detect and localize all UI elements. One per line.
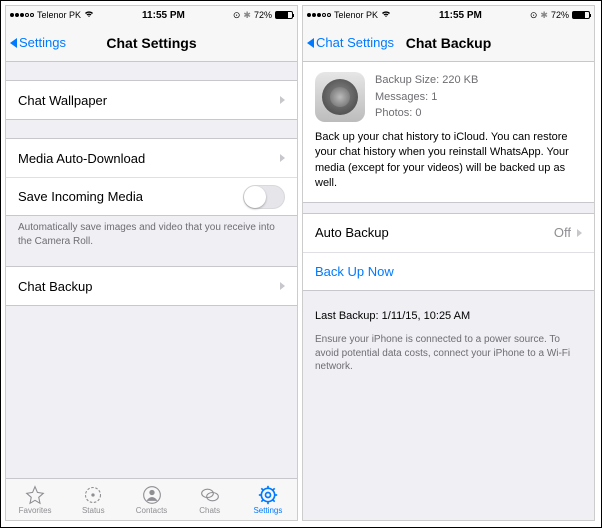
battery-icon [572,11,590,19]
contact-icon [141,485,163,505]
tab-label: Chats [199,506,220,515]
battery-icon [275,11,293,19]
chats-icon [199,485,221,505]
nav-bar: Chat Settings Chat Backup [303,24,594,62]
carrier-label: Telenor PK [334,10,378,20]
wifi-icon [84,10,94,20]
backup-ensure-text: Ensure your iPhone is connected to a pow… [303,327,594,378]
battery-percent-label: 72% [254,10,272,20]
save-incoming-footer: Automatically save images and video that… [6,216,297,248]
backup-description: Back up your chat history to iCloud. You… [315,130,582,192]
tab-settings[interactable]: Settings [239,479,297,520]
row-media-auto-download[interactable]: Media Auto-Download [6,139,297,177]
row-chat-wallpaper[interactable]: Chat Wallpaper [6,81,297,119]
chevron-right-icon [280,96,285,104]
row-label: Media Auto-Download [18,151,145,166]
carrier-label: Telenor PK [37,10,81,20]
tab-label: Status [82,506,105,515]
settings-gear-icon [315,72,365,122]
star-icon [24,485,46,505]
chevron-right-icon [280,154,285,162]
status-icon [82,485,104,505]
tab-label: Settings [253,506,282,515]
save-incoming-toggle[interactable] [243,185,285,209]
tab-favorites[interactable]: Favorites [6,479,64,520]
back-button[interactable]: Settings [10,35,66,50]
tab-label: Favorites [19,506,52,515]
screen-chat-settings: Telenor PK 11:55 PM ⊙ ✱ 72% Settings Cha… [5,5,298,521]
backup-size-label: Backup Size: 220 KB [375,72,478,89]
alarm-icon: ⊙ [233,10,241,21]
wifi-icon [381,10,391,20]
row-auto-backup[interactable]: Auto Backup Off [303,214,594,252]
row-back-up-now[interactable]: Back Up Now [303,252,594,290]
row-label: Chat Wallpaper [18,93,107,108]
back-label: Settings [19,35,66,50]
tab-label: Contacts [136,506,168,515]
signal-strength-icon [10,13,34,17]
row-label: Save Incoming Media [18,189,143,204]
nav-bar: Settings Chat Settings [6,24,297,62]
bluetooth-icon: ✱ [243,10,251,21]
auto-backup-value: Off [554,225,571,240]
row-chat-backup[interactable]: Chat Backup [6,267,297,305]
chevron-left-icon [307,38,314,48]
backup-info-card: Backup Size: 220 KB Messages: 1 Photos: … [303,62,594,203]
backup-messages-label: Messages: 1 [375,89,478,106]
clock-label: 11:55 PM [142,10,185,21]
last-backup-label: Last Backup: 1/11/15, 10:25 AM [303,303,594,328]
back-label: Chat Settings [316,35,394,50]
page-title: Chat Settings [106,35,196,51]
backup-photos-label: Photos: 0 [375,105,478,122]
tab-contacts[interactable]: Contacts [122,479,180,520]
row-label: Chat Backup [18,279,92,294]
signal-strength-icon [307,13,331,17]
toggle-knob [244,186,266,208]
row-label: Back Up Now [315,264,394,279]
chevron-right-icon [577,229,582,237]
row-save-incoming-media: Save Incoming Media [6,177,297,215]
clock-label: 11:55 PM [439,10,482,21]
back-button[interactable]: Chat Settings [307,35,394,50]
tab-status[interactable]: Status [64,479,122,520]
chevron-right-icon [280,282,285,290]
bluetooth-icon: ✱ [540,10,548,21]
battery-percent-label: 72% [551,10,569,20]
row-label: Auto Backup [315,225,389,240]
chevron-left-icon [10,38,17,48]
tab-bar: Favorites Status Contacts Chats Settings [6,478,297,520]
status-bar: Telenor PK 11:55 PM ⊙ ✱ 72% [303,6,594,24]
status-bar: Telenor PK 11:55 PM ⊙ ✱ 72% [6,6,297,24]
screen-chat-backup: Telenor PK 11:55 PM ⊙ ✱ 72% Chat Setting… [302,5,595,521]
gear-icon [257,485,279,505]
alarm-icon: ⊙ [530,10,538,21]
page-title: Chat Backup [406,35,492,51]
tab-chats[interactable]: Chats [181,479,239,520]
